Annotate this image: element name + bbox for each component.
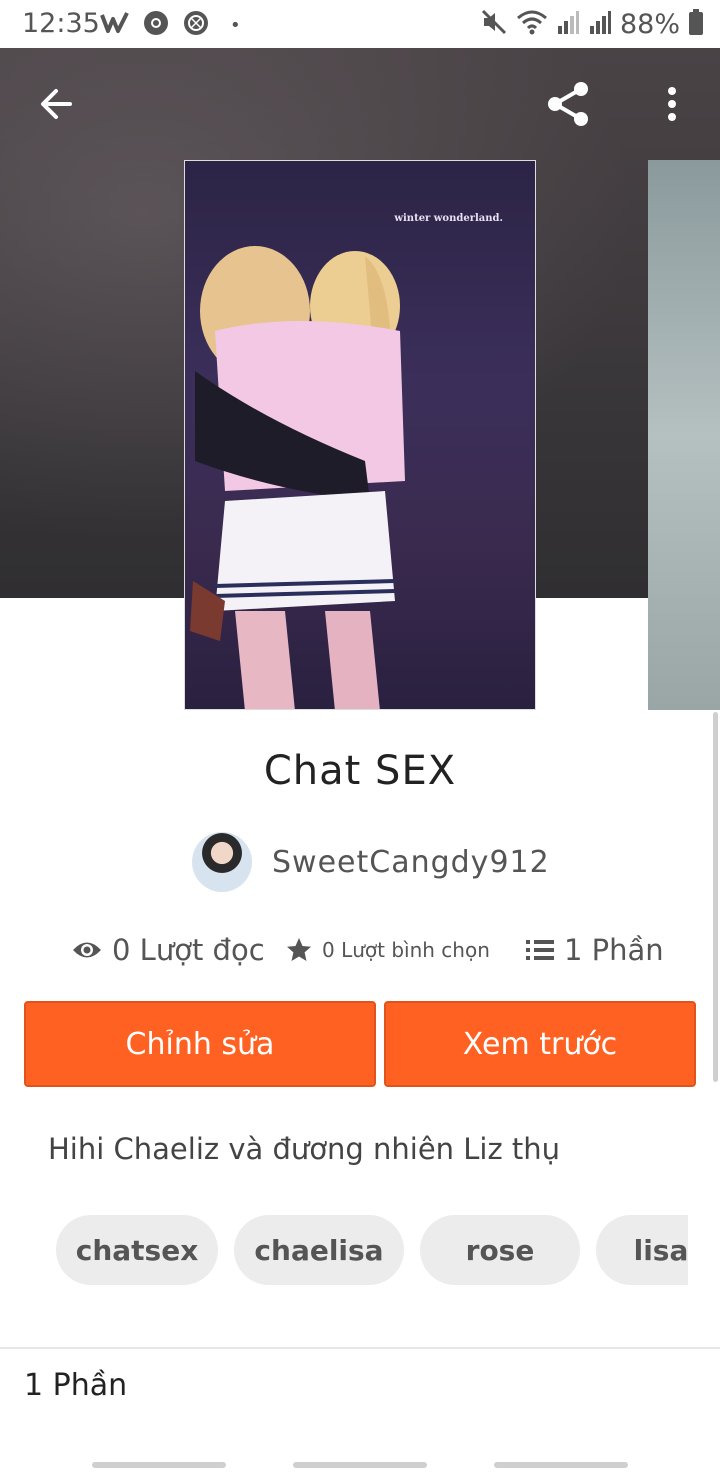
parts-count: 1 Phần	[564, 933, 664, 967]
wattpad-notification-icon	[100, 9, 130, 41]
tag-chatsex[interactable]: chatsex	[56, 1215, 218, 1285]
tag-lisa[interactable]: lisa	[596, 1215, 688, 1285]
section-divider	[0, 1347, 720, 1349]
nav-handle-center[interactable]	[293, 1462, 427, 1468]
eye-icon	[73, 942, 101, 958]
list-icon	[526, 940, 554, 960]
parts-section-title: 1 Phần	[24, 1368, 128, 1403]
story-stats: 0 Lượt đọc 0 Lượt bình chọn 1 Phần	[72, 928, 672, 972]
mute-icon	[480, 8, 508, 40]
tag-rose[interactable]: rose	[420, 1215, 580, 1285]
author-avatar[interactable]	[192, 832, 252, 892]
tag-list[interactable]: chatsex chaelisa rose lisa	[56, 1215, 688, 1287]
story-description: Hihi Chaeliz và đương nhiên Liz thụ	[48, 1132, 561, 1166]
more-vert-icon	[668, 87, 676, 121]
dot-icon: •	[230, 14, 241, 36]
author-name[interactable]: SweetCangdy912	[272, 845, 550, 880]
tag-chaelisa[interactable]: chaelisa	[234, 1215, 404, 1285]
back-button[interactable]	[28, 76, 84, 132]
cover-illustration	[190, 246, 405, 709]
nav-handle-right[interactable]	[494, 1462, 628, 1468]
preview-button[interactable]: Xem trước	[384, 1001, 696, 1087]
votes-stat: 0 Lượt bình chọn	[286, 937, 512, 963]
signal-2-icon	[588, 8, 612, 40]
reads-count: 0 Lượt đọc	[112, 933, 265, 967]
camera-shutter-notification-icon	[182, 9, 210, 41]
author-link[interactable]: SweetCangdy912	[192, 832, 550, 892]
status-time: 12:35	[22, 8, 100, 39]
story-cover-image[interactable]: winter wonderland.	[184, 160, 536, 710]
story-details-screen: 12:35 • 88% winter wonderland. Chat SEX …	[0, 0, 720, 1480]
battery-icon	[688, 8, 704, 40]
star-icon	[287, 938, 311, 961]
parts-stat: 1 Phần	[526, 933, 664, 967]
cover-caption: winter wonderland.	[394, 213, 503, 224]
next-story-cover[interactable]	[648, 160, 720, 710]
story-title: Chat SEX	[263, 748, 457, 794]
back-arrow-icon	[41, 89, 72, 119]
votes-count: 0 Lượt bình chọn	[322, 938, 490, 962]
signal-1-icon	[556, 8, 580, 40]
reads-stat: 0 Lượt đọc	[72, 933, 282, 967]
more-options-button[interactable]	[644, 76, 700, 132]
nav-handle-left[interactable]	[92, 1462, 226, 1468]
notification-icons: •	[100, 9, 241, 41]
status-bar: 12:35 • 88%	[0, 0, 720, 48]
wifi-icon	[516, 8, 548, 40]
share-icon	[548, 82, 588, 126]
battery-percent: 88%	[619, 8, 680, 40]
edit-button[interactable]: Chỉnh sửa	[24, 1001, 376, 1087]
share-button[interactable]	[540, 76, 596, 132]
chrome-notification-icon	[142, 9, 170, 41]
system-icons: 88%	[480, 8, 704, 40]
